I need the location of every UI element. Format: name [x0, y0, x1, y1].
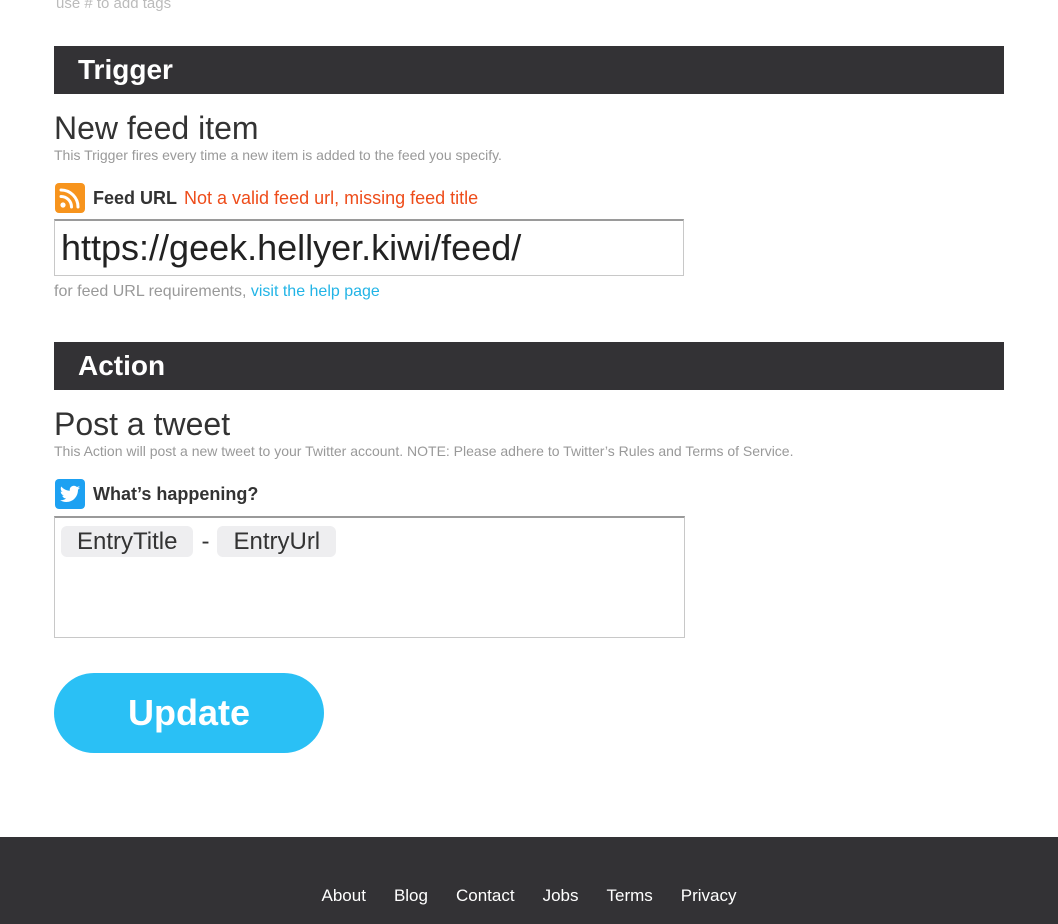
help-page-link[interactable]: visit the help page — [251, 283, 380, 300]
feed-url-label: Feed URL — [93, 187, 178, 208]
ingredient-entry-title[interactable]: EntryTitle — [61, 526, 194, 557]
trigger-title: New feed item — [54, 110, 259, 146]
trigger-description: This Trigger fires every time a new item… — [54, 147, 502, 163]
trigger-section-header: Trigger — [54, 46, 1004, 94]
tweet-label: What’s happening? — [93, 483, 259, 504]
feed-url-error: Not a valid feed url, missing feed title — [184, 187, 479, 208]
footer-link-jobs[interactable]: Jobs — [543, 887, 579, 905]
feed-url-label-row: Feed URL Not a valid feed url, missing f… — [54, 183, 478, 213]
action-title: Post a tweet — [54, 406, 231, 442]
footer-link-about[interactable]: About — [322, 887, 366, 905]
feed-help-prefix: for feed URL requirements, — [54, 283, 247, 300]
tweet-text-area[interactable]: EntryTitle - EntryUrl — [54, 516, 685, 638]
applet-edit-page: use # to add tags Trigger New feed item … — [0, 0, 1058, 924]
feed-url-input[interactable] — [54, 219, 684, 276]
twitter-icon — [55, 479, 85, 509]
ingredient-entry-url[interactable]: EntryUrl — [217, 526, 337, 557]
tags-hint: use # to add tags — [56, 0, 172, 12]
action-description: This Action will post a new tweet to you… — [54, 443, 794, 459]
footer-link-contact[interactable]: Contact — [456, 887, 515, 905]
footer-link-blog[interactable]: Blog — [394, 887, 428, 905]
action-section-header: Action — [54, 342, 1004, 390]
ingredient-separator: - — [201, 528, 210, 555]
footer: About Blog Contact Jobs Terms Privacy — [0, 837, 1058, 924]
footer-link-privacy[interactable]: Privacy — [681, 887, 737, 905]
update-button[interactable]: Update — [54, 673, 324, 753]
tweet-label-row: What’s happening? — [54, 479, 258, 509]
rss-icon — [55, 183, 85, 213]
footer-link-terms[interactable]: Terms — [606, 887, 652, 905]
feed-help-line: for feed URL requirements, visit the hel… — [54, 283, 380, 301]
footer-nav: About Blog Contact Jobs Terms Privacy — [0, 887, 1058, 905]
